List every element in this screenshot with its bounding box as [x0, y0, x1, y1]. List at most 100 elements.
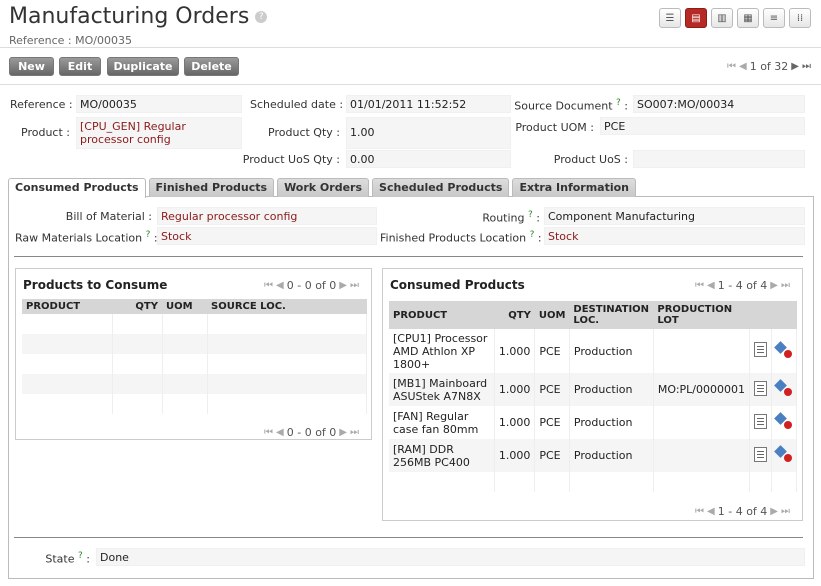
tab-scheduled-products[interactable]: Scheduled Products: [372, 178, 510, 197]
pager-text: 1 of 32: [749, 60, 789, 73]
table-header-row: PRODUCT QTY UOM DESTINATION LOC. PRODUCT…: [389, 301, 797, 329]
page-title-text: Manufacturing Orders: [9, 4, 250, 29]
product-uos-field[interactable]: [633, 150, 805, 168]
uom-cell: PCE: [534, 373, 570, 406]
next-record-icon[interactable]: ▶: [791, 61, 799, 72]
tab-consumed-products[interactable]: Consumed Products: [8, 178, 146, 198]
form-view-icon[interactable]: ▤: [685, 8, 707, 28]
gantt-view-icon[interactable]: ≡: [763, 8, 785, 28]
column-header[interactable]: DESTINATION LOC.: [569, 301, 654, 329]
split-lot-icon[interactable]: [753, 380, 767, 396]
tab-finished-products[interactable]: Finished Products: [148, 178, 275, 197]
graph-view-icon[interactable]: ▥: [711, 8, 733, 28]
products-to-consume-panel: Products to Consume ⏮ ◀ 0 - 0 of 0 ▶ ⏭ P…: [15, 268, 372, 440]
next-page-icon[interactable]: ▶: [339, 427, 347, 438]
prev-record-icon[interactable]: ◀: [739, 61, 747, 72]
edit-button[interactable]: Edit: [59, 57, 101, 76]
last-page-icon[interactable]: ⏭: [781, 506, 790, 517]
product-cell: [FAN] Regular case fan 80mm: [389, 406, 495, 439]
column-header[interactable]: QTY: [112, 299, 162, 314]
to-consume-footer-pager-text: 0 - 0 of 0: [286, 426, 337, 439]
tab-work-orders[interactable]: Work Orders: [277, 178, 370, 197]
divider: [0, 84, 821, 85]
record-pager: ⏮ ◀ 1 of 32 ▶ ⏭: [727, 60, 811, 73]
list-view-icon[interactable]: ☰: [659, 8, 681, 28]
product-qty-label: Product Qty :: [268, 126, 340, 139]
column-header[interactable]: PRODUCT: [22, 299, 112, 314]
scrap-move-icon[interactable]: [774, 445, 792, 462]
duplicate-button[interactable]: Duplicate: [107, 57, 179, 76]
column-header[interactable]: UOM: [162, 299, 207, 314]
table-row[interactable]: [RAM] DDR 256MB PC400 1.000 PCE Producti…: [389, 439, 798, 472]
reference-subtitle: Reference : MO/00035: [9, 34, 132, 47]
last-record-icon[interactable]: ⏭: [802, 61, 811, 72]
help-icon[interactable]: ?: [146, 230, 151, 240]
split-lot-icon[interactable]: [753, 446, 767, 462]
calendar-view-icon[interactable]: ▦: [737, 8, 759, 28]
first-page-icon[interactable]: ⏮: [264, 427, 273, 438]
help-icon[interactable]: ?: [255, 11, 268, 23]
product-uom-field[interactable]: PCE: [600, 117, 805, 135]
product-qty-field[interactable]: 1.00: [346, 117, 511, 149]
prev-page-icon[interactable]: ◀: [707, 506, 715, 517]
split-lot-icon[interactable]: [753, 413, 767, 429]
raw-location-label-text: Raw Materials Location: [15, 231, 143, 245]
column-header[interactable]: PRODUCTION LOT: [653, 301, 750, 329]
column-header[interactable]: QTY: [494, 301, 535, 329]
state-label-text: State: [45, 552, 75, 566]
help-icon[interactable]: ?: [528, 210, 533, 220]
table-row[interactable]: [FAN] Regular case fan 80mm 1.000 PCE Pr…: [389, 406, 798, 439]
product-cell: [MB1] Mainboard ASUStek A7N8X: [389, 373, 495, 406]
next-page-icon[interactable]: ▶: [339, 280, 347, 291]
column-header[interactable]: PRODUCT: [389, 301, 495, 329]
consumed-products-title: Consumed Products: [390, 278, 525, 292]
last-page-icon[interactable]: ⏭: [350, 280, 359, 291]
help-icon[interactable]: ?: [78, 551, 83, 561]
column-header[interactable]: UOM: [534, 301, 570, 329]
scheduled-date-field[interactable]: 01/01/2011 11:52:52: [346, 95, 511, 113]
raw-location-field[interactable]: Stock: [157, 227, 377, 245]
last-page-icon[interactable]: ⏭: [781, 280, 790, 291]
kanban-view-icon[interactable]: ⁞⁞: [789, 8, 811, 28]
raw-location-label: Raw Materials Location ? :: [15, 230, 158, 245]
split-lot-icon[interactable]: [753, 342, 767, 357]
scrap-move-icon[interactable]: [774, 412, 792, 429]
table-row[interactable]: [CPU1] Processor AMD Athlon XP 1800+ 1.0…: [389, 329, 798, 373]
column-header[interactable]: SOURCE LOC.: [207, 299, 367, 314]
finished-location-field[interactable]: Stock: [544, 227, 805, 245]
delete-button[interactable]: Delete: [184, 57, 239, 76]
last-page-icon[interactable]: ⏭: [350, 427, 359, 438]
next-page-icon[interactable]: ▶: [770, 280, 778, 291]
destination-cell: Production: [569, 373, 654, 406]
uom-cell: PCE: [534, 329, 570, 373]
page-title: Manufacturing Orders?: [9, 4, 268, 29]
first-record-icon[interactable]: ⏮: [727, 61, 736, 72]
product-uos-qty-field[interactable]: 0.00: [346, 150, 511, 168]
source-document-field[interactable]: SO007:MO/00034: [633, 95, 805, 113]
scrap-move-icon[interactable]: [774, 379, 792, 396]
to-consume-table: PRODUCT QTY UOM SOURCE LOC.: [22, 299, 367, 414]
reference-field[interactable]: MO/00035: [76, 95, 242, 113]
new-button[interactable]: New: [9, 57, 54, 76]
tab-extra-information[interactable]: Extra Information: [512, 178, 637, 197]
first-page-icon[interactable]: ⏮: [264, 280, 273, 291]
prev-page-icon[interactable]: ◀: [276, 427, 284, 438]
bom-label: Bill of Material :: [65, 210, 152, 223]
source-document-label: Source Document ? :: [514, 98, 628, 113]
consumed-products-table: PRODUCT QTY UOM DESTINATION LOC. PRODUCT…: [389, 301, 798, 492]
help-icon[interactable]: ?: [616, 98, 621, 108]
prev-page-icon[interactable]: ◀: [276, 280, 284, 291]
bom-field[interactable]: Regular processor config: [157, 207, 377, 225]
first-page-icon[interactable]: ⏮: [695, 506, 704, 517]
prev-page-icon[interactable]: ◀: [707, 280, 715, 291]
routing-field[interactable]: Component Manufacturing: [544, 207, 805, 225]
table-row: [22, 354, 367, 374]
product-field[interactable]: [CPU_GEN] Regular processor config: [76, 117, 242, 149]
help-icon[interactable]: ?: [530, 230, 535, 240]
table-row[interactable]: [MB1] Mainboard ASUStek A7N8X 1.000 PCE …: [389, 373, 798, 406]
first-page-icon[interactable]: ⏮: [695, 280, 704, 291]
next-page-icon[interactable]: ▶: [770, 506, 778, 517]
view-switcher: ☰ ▤ ▥ ▦ ≡ ⁞⁞: [659, 8, 811, 28]
scrap-move-icon[interactable]: [774, 340, 792, 358]
routing-label-text: Routing: [482, 211, 525, 225]
